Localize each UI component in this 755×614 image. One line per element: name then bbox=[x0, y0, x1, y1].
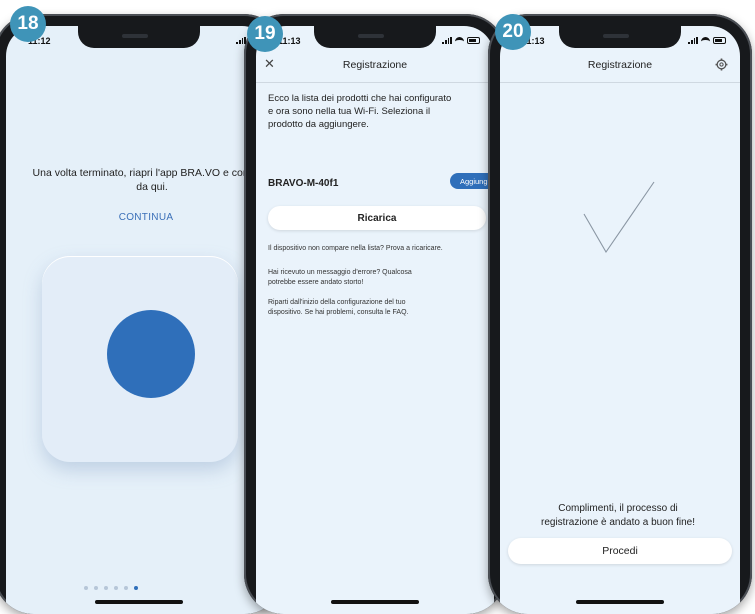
home-indicator bbox=[576, 600, 664, 604]
nav-title: Registrazione bbox=[587, 59, 653, 71]
step-badge-20: 20 bbox=[495, 14, 531, 50]
intro-line: prodotto da aggiungere. bbox=[268, 119, 369, 130]
checkmark-icon bbox=[583, 181, 655, 254]
success-line: Complimenti, il processo di bbox=[558, 503, 678, 514]
page-dot bbox=[124, 586, 128, 590]
continue-link[interactable]: CONTINUA bbox=[46, 212, 246, 223]
help-line: potrebbe essere andato storto! bbox=[268, 279, 364, 286]
screen-18: 11:12 Una volta terminato, riapri l'app … bbox=[6, 26, 272, 614]
success-line: registrazione è andato a buon fine! bbox=[541, 517, 695, 528]
app-card bbox=[42, 256, 238, 462]
notch bbox=[78, 26, 200, 48]
help-item: Il dispositivo non compare nella lista? … bbox=[268, 244, 494, 254]
cellular-signal-icon bbox=[236, 37, 246, 44]
page-dot bbox=[94, 586, 98, 590]
help-line: dispositivo. Se hai problemi, consulta l… bbox=[268, 309, 409, 316]
help-item: Riparti dall'inizio della configurazione… bbox=[268, 298, 494, 318]
nav-bar: ✕ Registrazione bbox=[256, 48, 494, 83]
notch bbox=[314, 26, 436, 48]
status-icons bbox=[442, 37, 480, 44]
page-dot bbox=[84, 586, 88, 590]
page-indicator bbox=[84, 586, 138, 590]
screen-19: 11:13 ✕ Registrazione Ecco la lista dei … bbox=[256, 26, 494, 614]
reload-button[interactable]: Ricarica bbox=[268, 206, 486, 230]
success-message: Complimenti, il processo di registrazion… bbox=[510, 502, 726, 530]
help-item: Hai ricevuto un messaggio d'errore? Qual… bbox=[268, 268, 494, 288]
help-line: Hai ricevuto un messaggio d'errore? Qual… bbox=[268, 269, 412, 276]
blue-circle-icon bbox=[107, 310, 195, 398]
nav-bar: Registrazione bbox=[500, 48, 740, 83]
screen-20: 11:13 Registrazione Complimenti, il proc… bbox=[500, 26, 740, 614]
phone-step-20: 11:13 Registrazione Complimenti, il proc… bbox=[488, 14, 752, 614]
return-message: Una volta terminato, riapri l'app BRA.VO… bbox=[32, 167, 272, 193]
intro-line: Ecco la lista dei prodotti che hai confi… bbox=[268, 93, 452, 104]
nav-title: Registrazione bbox=[342, 59, 408, 71]
close-icon[interactable]: ✕ bbox=[264, 57, 275, 71]
battery-icon bbox=[713, 37, 726, 44]
page-dot bbox=[134, 586, 138, 590]
step-badge-19: 19 bbox=[247, 16, 283, 52]
battery-icon bbox=[467, 37, 480, 44]
home-indicator bbox=[331, 600, 419, 604]
proceed-button[interactable]: Procedi bbox=[508, 538, 732, 564]
gear-icon[interactable] bbox=[715, 58, 728, 71]
wifi-icon bbox=[455, 37, 464, 44]
intro-line: e ora sono nella tua Wi-Fi. Seleziona il bbox=[268, 106, 431, 117]
home-indicator bbox=[95, 600, 183, 604]
phone-step-18: 11:12 Una volta terminato, riapri l'app … bbox=[0, 14, 284, 614]
page-dot bbox=[114, 586, 118, 590]
page-dot bbox=[104, 586, 108, 590]
phone-step-19: 11:13 ✕ Registrazione Ecco la lista dei … bbox=[244, 14, 506, 614]
step-badge-18: 18 bbox=[10, 6, 46, 42]
help-line: Riparti dall'inizio della configurazione… bbox=[268, 299, 406, 306]
device-name[interactable]: BRAVO-M-40f1 bbox=[268, 178, 338, 189]
cellular-signal-icon bbox=[688, 37, 698, 44]
help-line: Il dispositivo non compare nella lista? … bbox=[268, 245, 443, 252]
status-icons bbox=[688, 37, 726, 44]
wifi-icon bbox=[701, 37, 710, 44]
notch bbox=[559, 26, 681, 48]
intro-text: Ecco la lista dei prodotti che hai confi… bbox=[268, 92, 494, 131]
cellular-signal-icon bbox=[442, 37, 452, 44]
